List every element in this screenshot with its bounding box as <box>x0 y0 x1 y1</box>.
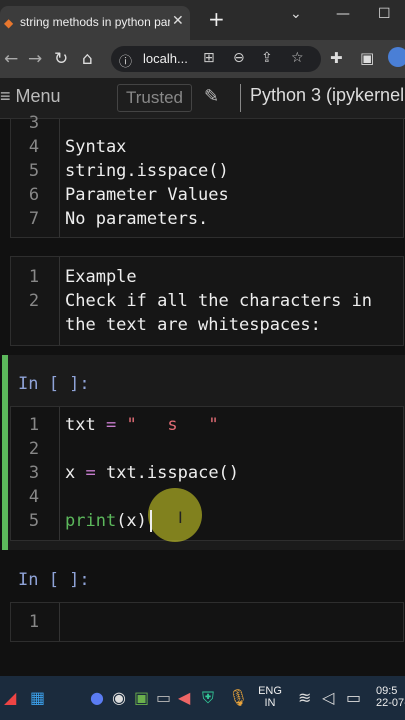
app-icon[interactable]: ◢ <box>4 688 16 707</box>
region-code: IN <box>264 697 276 709</box>
markdown-cell-syntax[interactable]: 3 4 Syntax 5 string.isspace() 6 Parameter V… <box>10 113 404 238</box>
minimize-icon[interactable]: — <box>336 6 350 22</box>
tray-app-icon[interactable]: ▭ <box>156 688 171 707</box>
code-line: x = txt.isspace() <box>65 461 239 485</box>
string-token: " s " <box>126 415 219 435</box>
code-token: txt <box>65 415 96 435</box>
line-number: 4 <box>28 487 40 507</box>
mouse-cursor-highlight <box>148 488 202 542</box>
code-line: Parameter Values <box>65 185 229 205</box>
tray-app-icon[interactable]: ◀ <box>178 688 190 707</box>
ibeam-cursor-icon: I <box>178 508 183 527</box>
tray-app-icon[interactable]: ● <box>90 688 104 707</box>
tray-app-icon[interactable]: ▣ <box>134 688 149 707</box>
browser-tab[interactable]: ◆ string methods in python par ✕ <box>0 6 190 40</box>
line-number: 3 <box>28 463 40 483</box>
volume-icon[interactable]: ◁ <box>322 688 334 707</box>
line-number: 5 <box>28 511 40 531</box>
taskbar: ◢ ▦ ● ◉ ▣ ▭ ◀ ⛨ 🎙 ENG IN ≋ ◁ ▭ 09:5 22-07- <box>0 676 405 720</box>
clock-time: 09:5 <box>376 685 398 697</box>
clock-date: 22-07- <box>376 697 405 709</box>
input-prompt: In [ ]: <box>18 570 90 590</box>
code-line: No parameters. <box>65 209 209 229</box>
line-number: 2 <box>28 291 40 311</box>
microphone-icon[interactable]: 🎙 <box>228 688 248 707</box>
code-line: Check if all the characters in <box>65 291 373 311</box>
menu-button[interactable]: ≡ Menu <box>0 86 61 107</box>
line-number: 6 <box>28 185 40 205</box>
empty-code-cell[interactable]: 1 <box>10 602 404 642</box>
battery-icon[interactable]: ▭ <box>346 688 361 707</box>
kernel-name[interactable]: Python 3 (ipykernel <box>250 85 404 106</box>
close-tab-icon[interactable]: ✕ <box>172 13 184 29</box>
new-tab-icon[interactable]: + <box>208 9 225 29</box>
translate-icon[interactable]: ⊞ <box>203 50 215 66</box>
extensions-puzzle-icon[interactable]: ✚ <box>330 49 343 67</box>
site-info-icon[interactable]: ⓘ <box>119 51 132 70</box>
text-caret <box>150 510 152 532</box>
line-number: 7 <box>28 209 40 229</box>
home-icon[interactable]: ⌂ <box>82 49 93 69</box>
header-divider <box>240 84 241 112</box>
forward-icon[interactable]: → <box>28 49 42 69</box>
browser-tab-bar: ◆ string methods in python par ✕ + ⌄ — ☐ <box>0 0 405 40</box>
side-panel-icon[interactable]: ▣ <box>360 49 374 67</box>
security-shield-icon[interactable]: ⛨ <box>202 688 214 708</box>
store-icon[interactable]: ▦ <box>30 688 45 707</box>
share-icon[interactable]: ⇪ <box>261 50 273 66</box>
code-line: string.isspace() <box>65 161 229 181</box>
tab-search-chevron-icon[interactable]: ⌄ <box>290 6 302 22</box>
reload-icon[interactable]: ↻ <box>54 49 68 69</box>
code-token: (x) <box>116 511 147 531</box>
language-code: ENG <box>258 685 282 697</box>
line-number: 3 <box>28 113 40 133</box>
tab-favicon-icon: ◆ <box>4 16 14 30</box>
operator-token: = <box>75 463 106 483</box>
tray-app-icon[interactable]: ◉ <box>112 688 126 707</box>
line-number: 5 <box>28 161 40 181</box>
line-number: 4 <box>28 137 40 157</box>
code-line: the text are whitespaces: <box>65 315 321 335</box>
wifi-icon[interactable]: ≋ <box>298 688 311 707</box>
tab-title: string methods in python par <box>20 15 170 29</box>
builtin-token: print <box>65 511 117 531</box>
code-line: Example <box>65 267 137 287</box>
code-token: x <box>65 463 76 483</box>
code-editor[interactable]: 1 txt = " s " 2 3 x = txt.isspace() 4 5 pri… <box>10 406 404 541</box>
zoom-icon[interactable]: ⊖ <box>233 50 245 66</box>
line-number: 1 <box>28 612 40 632</box>
address-bar[interactable]: ⓘ localh... ⊞ ⊖ ⇪ ☆ <box>111 46 321 72</box>
pencil-icon[interactable]: ✎ <box>204 86 219 107</box>
line-number: 1 <box>28 267 40 287</box>
trusted-indicator[interactable]: Trusted <box>117 84 193 112</box>
code-line: txt = " s " <box>65 413 219 437</box>
bookmark-star-icon[interactable]: ☆ <box>291 50 304 66</box>
profile-avatar[interactable] <box>388 47 405 67</box>
url-text: localh... <box>143 51 188 66</box>
operator-token: = <box>95 415 127 435</box>
code-line: Syntax <box>65 137 127 157</box>
input-prompt: In [ ]: <box>18 374 90 394</box>
clock[interactable]: 09:5 22-07- <box>376 685 405 709</box>
code-line: print(x) <box>65 509 147 533</box>
line-number: 2 <box>28 439 40 459</box>
maximize-icon[interactable]: ☐ <box>378 6 391 22</box>
back-icon[interactable]: ← <box>4 49 18 69</box>
code-token: txt.isspace() <box>105 463 240 483</box>
language-indicator[interactable]: ENG IN <box>256 685 284 709</box>
markdown-cell-example[interactable]: 1 Example 2 Check if all the characters in… <box>10 256 404 346</box>
menu-label: Menu <box>15 86 61 106</box>
line-number: 1 <box>28 415 40 435</box>
